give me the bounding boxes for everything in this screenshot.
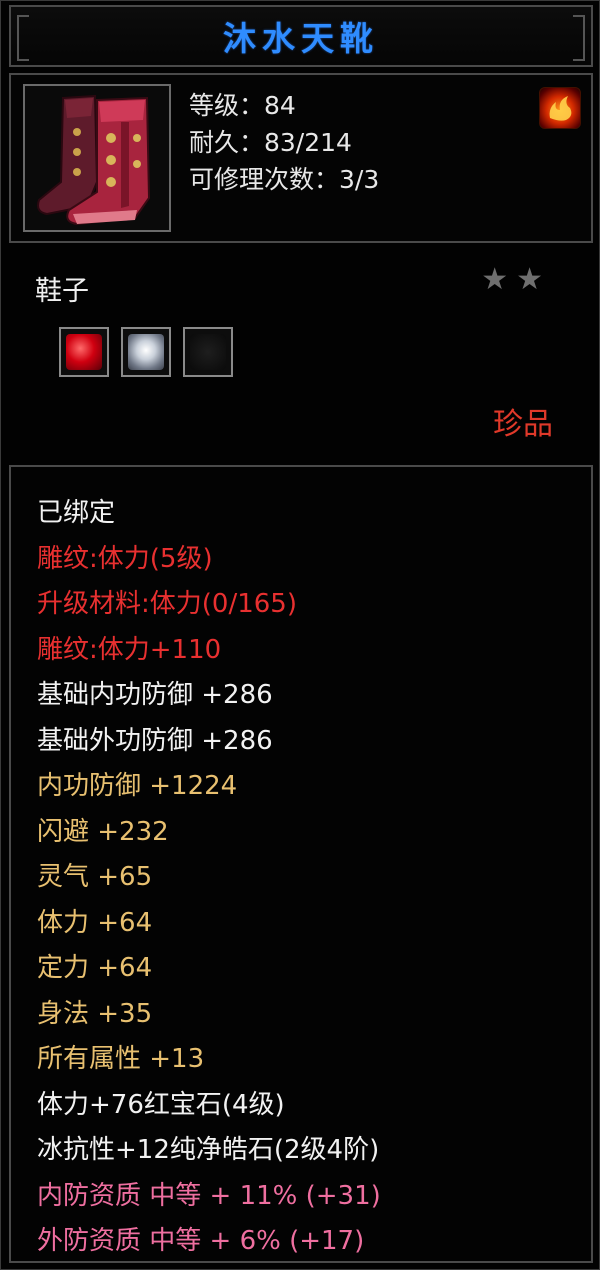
title-bar: 沐水天靴 [9,5,593,67]
attribute-line: 内功防御 +1224 [37,771,238,801]
attribute-line: 外防资质 中等 + 6% (+17) [37,1226,365,1256]
item-header-panel: 等级：84 耐久：83/214 可修理次数：3/3 [9,73,593,243]
fire-icon [539,87,581,129]
item-name: 沐水天靴 [223,19,379,58]
repairs-line: 可修理次数：3/3 [189,165,380,194]
attribute-list: 已绑定 雕纹:体力(5级) 升级材料:体力(0/165) 雕纹:体力+110 基… [37,491,381,1265]
item-image-slot [23,84,171,232]
attribute-line: 闪避 +232 [37,816,169,847]
attribute-line: 灵气 +65 [37,862,153,892]
attribute-line: 升级材料:体力(0/165) [37,589,297,619]
attribute-line: 内防资质 中等 + 11% (+31) [37,1180,381,1211]
empty-socket-icon [190,334,226,370]
diamond-gem-icon [128,334,164,370]
boots-icon [37,94,151,226]
gem-socket[interactable] [121,327,171,377]
rarity-label: 珍品 [493,407,553,442]
attribute-line: 已绑定 [37,498,116,528]
attribute-line: 定力 +64 [37,953,153,983]
attribute-line: 基础内功防御 +286 [37,680,273,710]
level-line: 等级：84 [189,91,296,120]
attribute-line: 雕纹:体力+110 [37,634,222,665]
attributes-panel: 已绑定 雕纹:体力(5级) 升级材料:体力(0/165) 雕纹:体力+110 基… [9,465,593,1263]
attribute-line: 所有属性 +13 [37,1044,205,1074]
item-summary-section: 鞋子 ★ ★ 珍品 [9,249,593,461]
gem-socket[interactable] [59,327,109,377]
durability-line: 耐久：83/214 [189,128,352,157]
gem-socket[interactable] [183,327,233,377]
ruby-gem-icon [66,334,102,370]
attribute-line: 基础外功防御 +286 [37,725,273,756]
star-icon: ★ [481,262,509,297]
item-tooltip: 沐水天靴 等级：84 耐久：83/214 可修理次数：3/3 鞋子 ★ ★ 珍品… [0,0,600,1270]
attribute-line: 体力 +64 [37,907,153,938]
attribute-line: 身法 +35 [37,998,153,1029]
item-stats: 等级：84 耐久：83/214 可修理次数：3/3 [189,87,379,198]
attribute-line: 雕纹:体力(5级) [37,543,213,574]
star-icon: ★ [516,262,543,297]
star-rating: ★ ★ [481,265,543,295]
gem-sockets [59,327,233,377]
attribute-line: 冰抗性+12纯净皓石(2级4阶) [37,1135,380,1165]
item-type: 鞋子 [35,276,89,307]
attribute-line: 体力+76红宝石(4级) [37,1089,285,1120]
